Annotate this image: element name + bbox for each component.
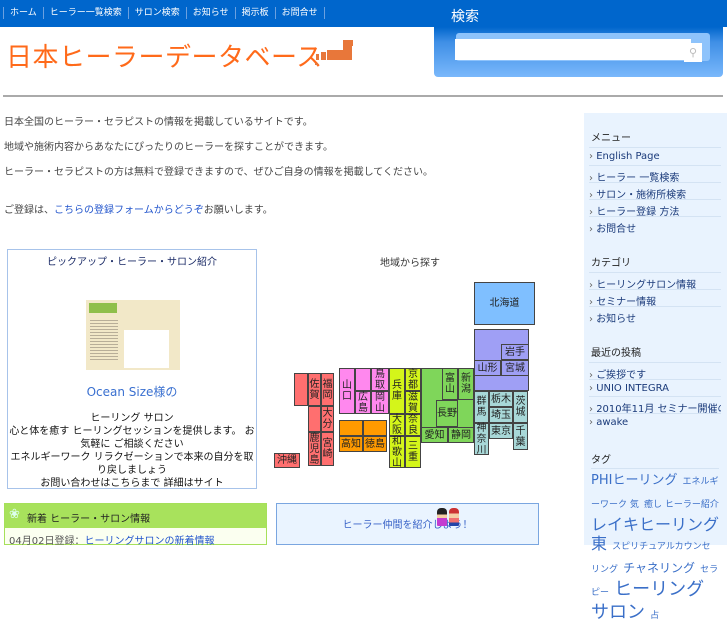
intro-line-2: 地域や施術内容からあなたにぴったりのヒーラーを探すことができます。 [4, 142, 333, 153]
pref-kumamoto[interactable] [308, 406, 321, 432]
pref-yamaguchi[interactable]: 山口 [339, 368, 355, 414]
pref-nagasaki[interactable] [294, 373, 308, 406]
news-prefix: 登録： [54, 536, 85, 547]
pref-kagawa[interactable] [363, 420, 387, 436]
pref-kagoshima[interactable]: 鹿児島 [308, 432, 321, 466]
topnav-healer-search[interactable]: ヒーラー一覧検索 [42, 7, 128, 19]
news-link[interactable]: ヒーリングサロンの新着情報 [84, 536, 214, 547]
featured-box: ピックアップ・ヒーラー・サロン紹介 Ocean Size様の ヒーリング サロン… [7, 249, 257, 489]
tag[interactable]: PHIヒーリング [591, 473, 677, 488]
sidebar-heading-category: カテゴリ [591, 258, 631, 269]
sidebar-heading-recent: 最近の投稿 [591, 348, 641, 359]
intro-line-3: ヒーラー・セラピストの方は無料で登録できますので、ぜひご自身の情報を掲載してくだ… [4, 167, 433, 178]
news-box: ❀ 新着 ヒーラー・サロン情報 04月02日登録：ヒーリングサロンの新着情報 [4, 503, 267, 547]
pref-mie[interactable]: 三重 [405, 436, 421, 468]
japan-map-icon [315, 40, 353, 65]
pref-miyazaki[interactable]: 宮崎 [321, 432, 334, 466]
magnifier-icon: ⚲ [688, 47, 698, 59]
pref-nara[interactable]: 奈良 [405, 414, 421, 436]
pref-ehime[interactable] [339, 420, 363, 436]
topnav-contact[interactable]: お問合せ [274, 7, 325, 19]
pref-yamagata[interactable]: 山形 [474, 360, 501, 376]
pref-fukuoka[interactable]: 福岡 [321, 373, 334, 406]
friends-box: ヒーラー仲間を紹介しよう！ [276, 503, 539, 545]
sidebar-item-post[interactable]: awake [589, 413, 721, 428]
pref-shiga[interactable]: 滋賀 [405, 391, 421, 414]
featured-link[interactable]: Ocean Size様の [8, 383, 256, 400]
topnav-news[interactable]: お知らせ [185, 7, 235, 19]
desc-line: お問い合わせはこちらまで 詳細はサイト [40, 478, 224, 489]
sidebar-item-english[interactable]: English Page [589, 147, 721, 162]
news-title: 新着 ヒーラー・サロン情報 [27, 514, 151, 525]
pref-saitama[interactable]: 埼玉 [489, 407, 513, 423]
news-date: 04月02日 [9, 536, 55, 547]
pref-tochigi[interactable]: 栃木 [489, 391, 513, 407]
kids-icon [437, 508, 459, 530]
pref-tokushima[interactable]: 徳島 [363, 436, 387, 452]
intro-prefix: ご登録は、 [4, 205, 54, 216]
tag[interactable]: 東 [591, 534, 607, 553]
pref-hyogo[interactable]: 兵庫 [389, 368, 405, 414]
pref-kyoto[interactable]: 京都 [405, 368, 421, 391]
tag[interactable]: 癒し ヒーラー紹介 [644, 500, 719, 510]
tag-cloud: PHIヒーリング エネルギーワーク 気 癒し ヒーラー紹介 レイキヒーリング 東… [591, 468, 719, 626]
pref-okayama[interactable]: 岡山 [371, 391, 389, 414]
search-input[interactable] [455, 39, 691, 60]
header-divider [3, 95, 723, 97]
pref-tokyo[interactable]: 東京 [489, 423, 513, 439]
intro-suffix: お願いします。 [203, 205, 273, 216]
search-button[interactable]: ⚲ [684, 43, 702, 62]
sidebar-heading-tags: タグ [591, 455, 611, 466]
sidebar-item-category[interactable]: お知らせ [589, 306, 721, 325]
pref-saga[interactable]: 佐賀 [308, 373, 321, 406]
pref-kanagawa[interactable]: 神奈川 [474, 423, 489, 456]
news-header: ❀ 新着 ヒーラー・サロン情報 [5, 504, 266, 528]
site-title[interactable]: 日本ヒーラーデータベース [6, 37, 323, 74]
featured-thumbnail[interactable] [86, 300, 180, 370]
pref-gunma[interactable]: 群馬 [474, 391, 489, 423]
desc-line: エネルギーワーク リラクゼーションで本来の自分を取り戻しましょう [10, 452, 254, 476]
pref-shizuoka[interactable]: 静岡 [448, 427, 474, 443]
map-title: 地域から探す [380, 258, 440, 269]
pref-wakayama[interactable]: 和歌山 [389, 436, 405, 469]
news-item: 04月02日登録：ヒーリングサロンの新着情報 [5, 528, 266, 551]
pref-toyama[interactable]: 富山 [442, 368, 458, 400]
pref-oita[interactable]: 大分 [321, 406, 334, 432]
pref-aichi[interactable]: 愛知 [421, 427, 448, 443]
intro-line-4: ご登録は、こちらの登録フォームからどうぞお願いします。 [4, 201, 273, 216]
pref-kochi[interactable]: 高知 [339, 436, 363, 452]
sidebar-item-post[interactable]: UNIO INTEGRA [589, 379, 721, 394]
tag[interactable]: チャネリング [623, 561, 695, 575]
topnav-home[interactable]: ホーム [3, 7, 43, 19]
pref-niigata[interactable]: 新潟 [458, 368, 474, 400]
pref-okinawa[interactable]: 沖縄 [274, 453, 300, 468]
pref-iwate[interactable]: 岩手 [501, 344, 529, 360]
pref-osaka[interactable]: 大阪 [389, 414, 405, 436]
tag[interactable]: ヒーリングサロン [591, 579, 704, 623]
tag[interactable]: 占 [650, 611, 659, 621]
featured-title: ピックアップ・ヒーラー・サロン紹介 [47, 257, 217, 268]
desc-line: 心と体を癒す ヒーリングセッションを提供します。 お気軽に ご相談ください [9, 426, 255, 450]
clover-icon: ❀ [9, 507, 20, 522]
top-nav: ホーム ヒーラー一覧検索 サロン検索 お知らせ 掲示板 お問合せ [3, 7, 325, 19]
register-link[interactable]: こちらの登録フォームからどうぞ [54, 205, 204, 216]
pref-shimane[interactable] [355, 368, 371, 391]
pref-hiroshima[interactable]: 広島 [355, 391, 371, 414]
pref-ibaraki[interactable]: 茨城 [513, 391, 528, 423]
sidebar-heading-menu: メニュー [591, 133, 631, 144]
pref-chiba[interactable]: 千葉 [513, 423, 528, 450]
desc-line: ヒーリング サロン [90, 413, 174, 424]
pref-tottori[interactable]: 鳥取 [371, 368, 389, 391]
topnav-board[interactable]: 掲示板 [234, 7, 275, 19]
sidebar-item-contact[interactable]: お問合せ [589, 216, 721, 235]
pref-hokkaido[interactable]: 北海道 [474, 282, 535, 325]
topnav-salon-search[interactable]: サロン検索 [127, 7, 186, 19]
intro-line-1: 日本全国のヒーラー・セラピストの情報を掲載しているサイトです。 [4, 117, 313, 128]
featured-description: ヒーリング サロン 心と体を癒す ヒーリングセッションを提供します。 お気軽に … [8, 412, 256, 490]
pref-miyagi[interactable]: 宮城 [501, 360, 529, 376]
search-label: 検索 [451, 9, 479, 25]
tag[interactable]: レイキヒーリング [591, 515, 719, 534]
pref-nagano[interactable]: 長野 [436, 400, 458, 427]
